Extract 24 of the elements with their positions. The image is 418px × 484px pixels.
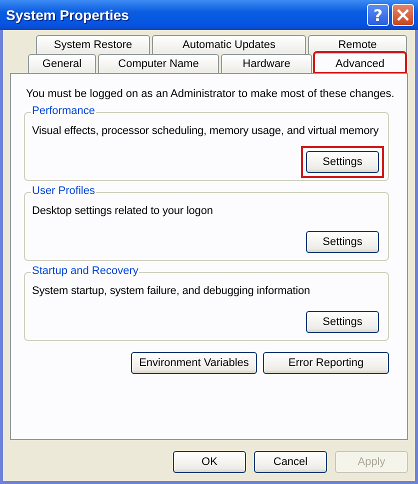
close-icon [397,9,409,21]
group-description: Desktop settings related to your logon [32,205,214,217]
tab[interactable]: Advanced [314,52,406,73]
settings-button[interactable]: Settings [306,231,379,253]
tab[interactable]: System Restore [36,35,150,54]
group-title: Startup and Recovery [31,265,140,277]
error-reporting-button[interactable]: Error Reporting [263,352,389,374]
tab[interactable]: General [28,54,96,73]
settings-button[interactable]: Settings [306,151,379,173]
tab[interactable]: Computer Name [98,54,219,73]
group-description: Visual effects, processor scheduling, memory usage, and virtual memory [32,125,380,137]
settings-button[interactable]: Settings [306,311,379,333]
group-title: Performance [31,105,96,117]
help-button[interactable]: ? [367,4,389,26]
intro-text: You must be logged on as an Administrator to make most of these changes. [26,88,395,100]
environment-variables-button[interactable]: Environment Variables [131,352,257,374]
dialog-button[interactable]: Cancel [254,451,327,473]
tab[interactable]: Automatic Updates [152,35,306,54]
window-title: System Properties [6,7,130,23]
dialog-button[interactable]: OK [173,451,246,473]
close-button[interactable] [392,4,414,26]
group-description: System startup, system failure, and debugging information [32,285,312,297]
tab[interactable]: Hardware [221,54,312,73]
group-title: User Profiles [31,185,96,197]
